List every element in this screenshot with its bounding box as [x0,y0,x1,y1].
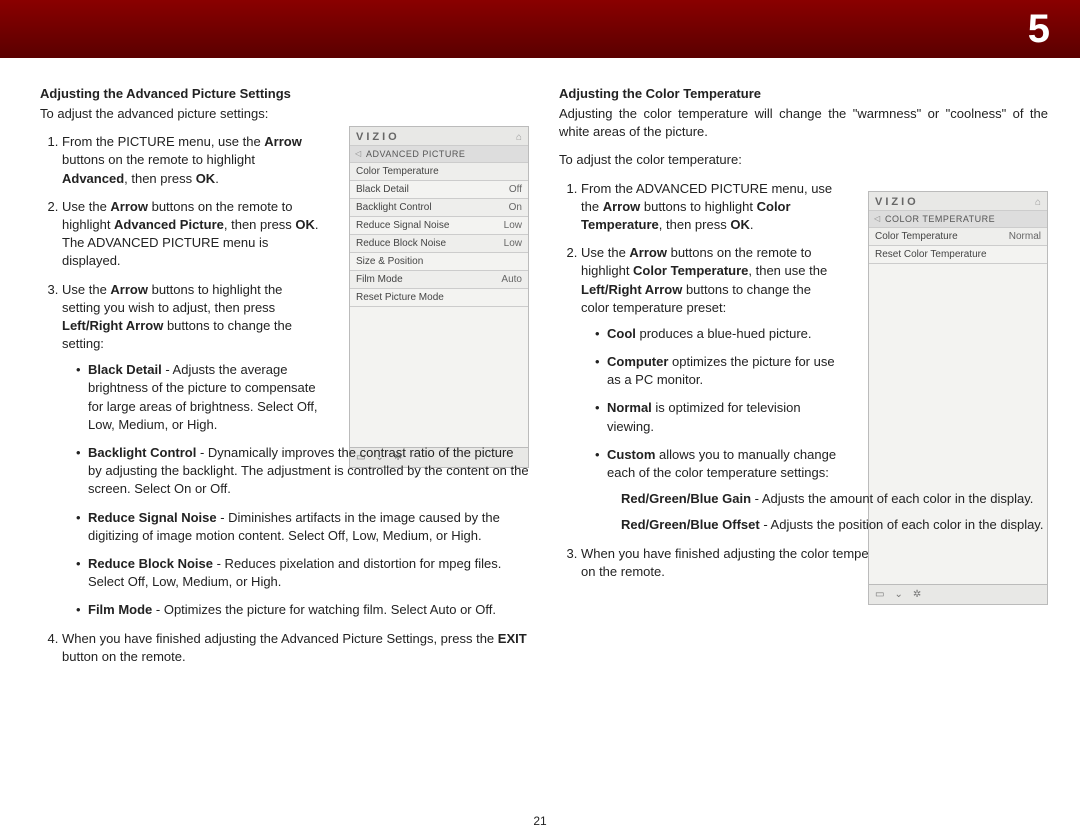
left-column: Adjusting the Advanced Picture Settings … [40,86,529,824]
left-intro: To adjust the advanced picture settings: [40,105,529,123]
right-intro: Adjusting the color temperature will cha… [559,105,1048,141]
custom-sublist: Red/Green/Blue Gain - Adjusts the amount… [607,490,1048,534]
menu-row: Reset Color Temperature [869,246,1047,264]
menu-row: Reduce Signal NoiseLow [350,217,528,235]
panel-breadcrumb: ADVANCED PICTURE [350,146,528,163]
rsub-normal: Normal is optimized for television viewi… [595,399,844,435]
panel-footer: ▭ ⌄ ✲ [869,584,1047,604]
sub-backlight-control: Backlight Control - Dynamically improves… [76,444,529,499]
step-2: Use the Arrow buttons on the remote to h… [62,198,319,271]
brand-label: VIZIO [356,131,400,143]
menu-row: Backlight ControlOn [350,199,528,217]
advanced-picture-panel: VIZIO ⌂ ADVANCED PICTURE Color Temperatu… [349,126,529,468]
page-body: Adjusting the Advanced Picture Settings … [0,58,1080,834]
chapter-number: 5 [1028,7,1050,52]
rsub-computer: Computer optimizes the picture for use a… [595,353,844,389]
page-number: 21 [533,814,546,828]
right-heading: Adjusting the Color Temperature [559,86,1048,101]
widescreen-icon: ▭ [875,589,884,600]
panel-header: VIZIO ⌂ [350,127,528,146]
menu-row: Size & Position [350,253,528,271]
home-icon: ⌂ [516,132,522,143]
step-1: From the PICTURE menu, use the Arrow but… [62,133,319,188]
sub-reduce-block-noise: Reduce Block Noise - Reduces pixelation … [76,555,529,591]
color-temperature-panel: VIZIO ⌂ COLOR TEMPERATURE Color Temperat… [868,191,1048,605]
rgb-gain: Red/Green/Blue Gain - Adjusts the amount… [621,490,1048,508]
menu-row: Black DetailOff [350,181,528,199]
sub-reduce-signal-noise: Reduce Signal Noise - Diminishes artifac… [76,509,529,545]
panel-breadcrumb: COLOR TEMPERATURE [869,211,1047,228]
sub-black-detail: Black Detail - Adjusts the average brigh… [76,361,325,434]
right-column: Adjusting the Color Temperature Adjustin… [559,86,1048,824]
menu-row: Color Temperature [350,163,528,181]
step-4: When you have finished adjusting the Adv… [62,630,529,666]
panel-fill [350,307,528,447]
gear-icon: ✲ [913,589,921,600]
r-step-1: From the ADVANCED PICTURE menu, use the … [581,180,838,235]
home-icon: ⌂ [1035,197,1041,208]
panel-fill [869,264,1047,584]
left-heading: Adjusting the Advanced Picture Settings [40,86,529,101]
rsub-custom: Custom allows you to manually change eac… [595,446,1048,535]
sub-film-mode: Film Mode - Optimizes the picture for wa… [76,601,529,619]
chevron-down-icon: ⌄ [894,589,902,600]
brand-label: VIZIO [875,196,919,208]
menu-row: Film ModeAuto [350,271,528,289]
rsub-cool: Cool produces a blue-hued picture. [595,325,844,343]
menu-row: Reset Picture Mode [350,289,528,307]
menu-row: Reduce Block NoiseLow [350,235,528,253]
rgb-offset: Red/Green/Blue Offset - Adjusts the posi… [621,516,1048,534]
menu-row: Color TemperatureNormal [869,228,1047,246]
right-intro2: To adjust the color temperature: [559,151,1048,169]
chapter-header: 5 [0,0,1080,58]
panel-header: VIZIO ⌂ [869,192,1047,211]
